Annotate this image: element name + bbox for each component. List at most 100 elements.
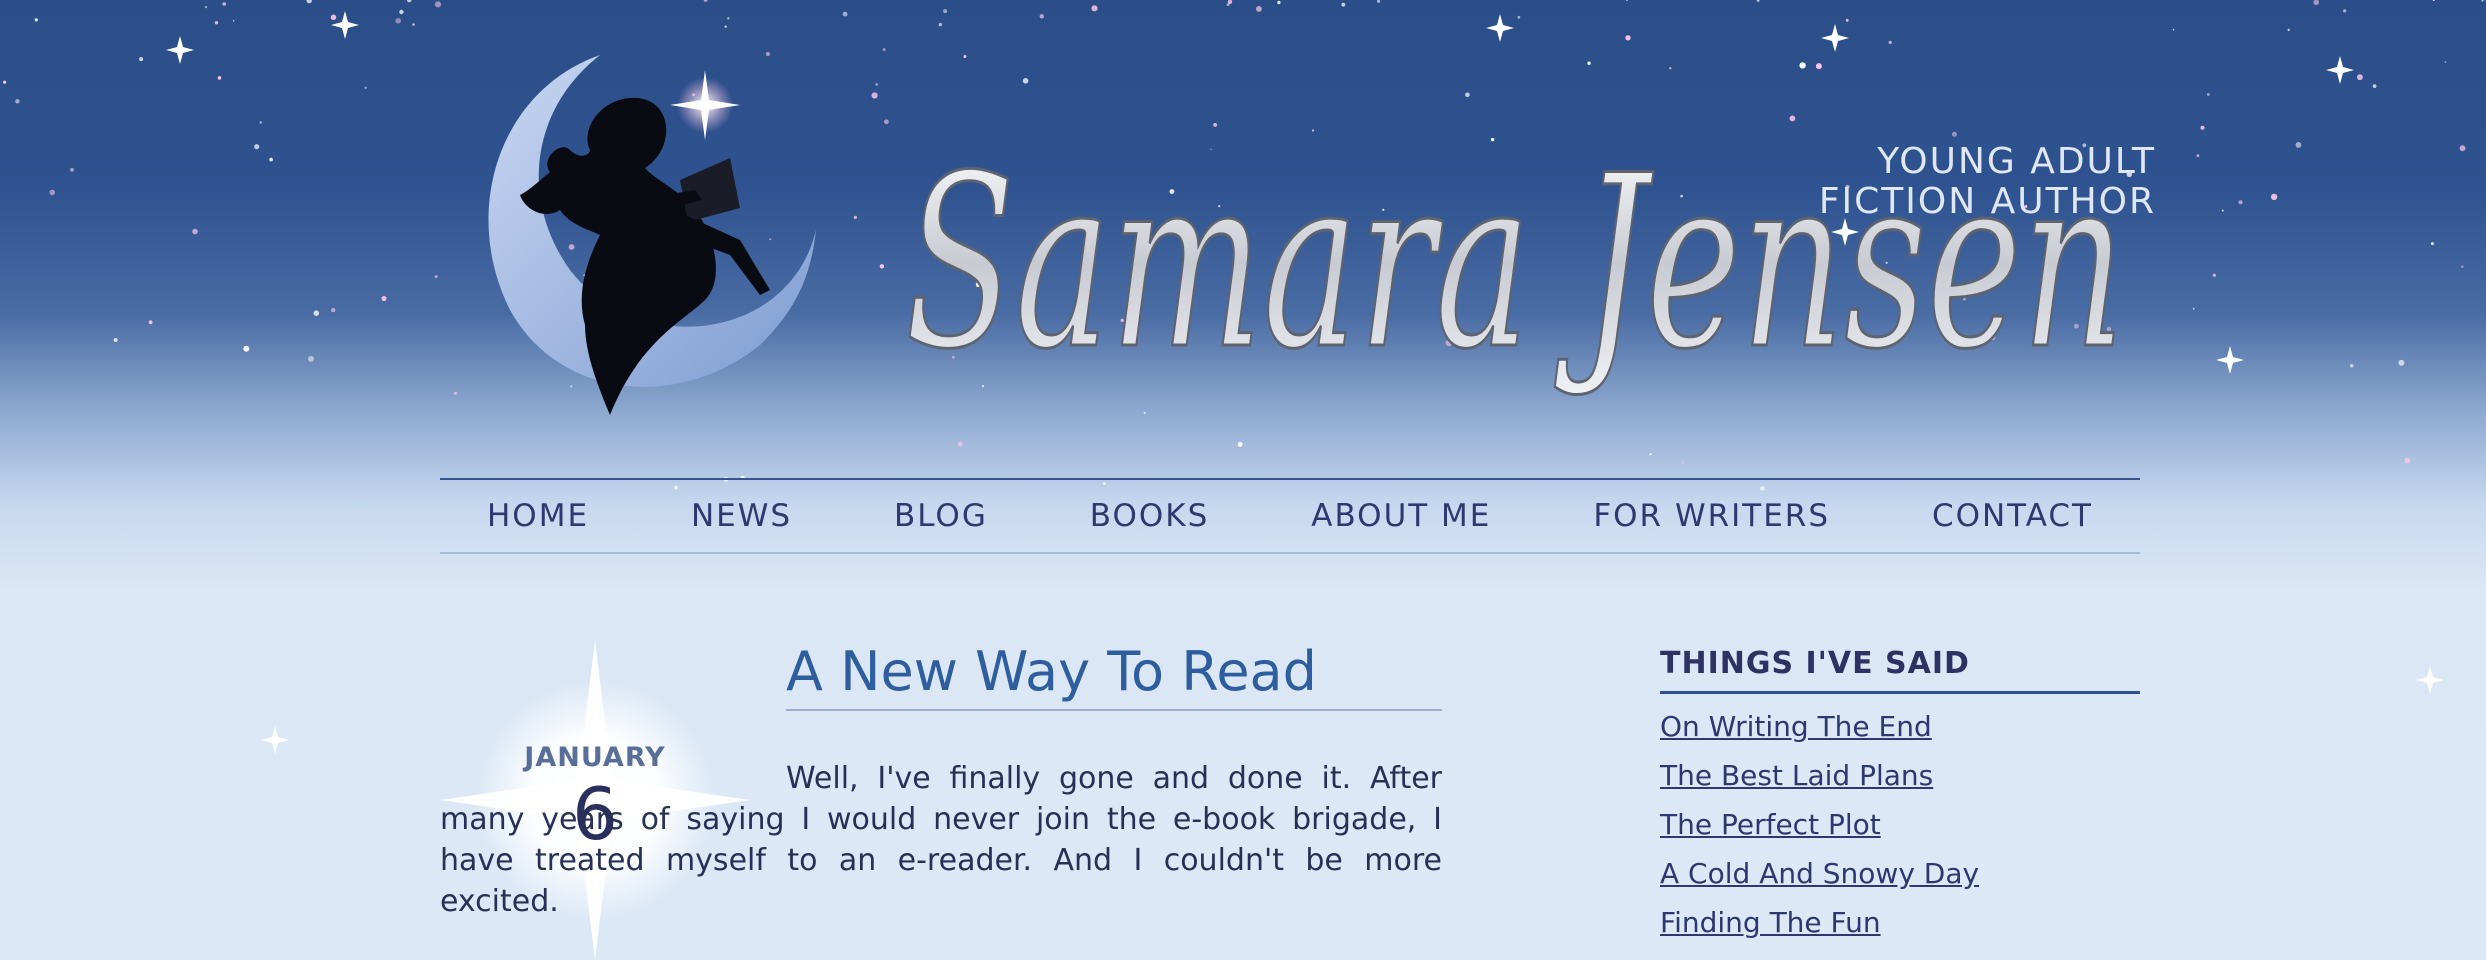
star-dot [243,345,250,352]
sidebar-title: THINGS I'VE SAID [1660,646,2140,694]
star-dot [113,338,118,342]
star-dot [1681,461,1684,464]
star-dot [2295,142,2302,148]
post-body: Well, I've finally gone and done it. Aft… [440,758,1442,922]
star-dot [1517,15,1521,19]
star-dot [943,9,948,14]
sidebar-link-list: On Writing The End The Best Laid Plans T… [1660,710,2140,955]
star-dot [2481,0,2484,2]
star-dot [2238,200,2243,205]
star-sparkle-icon [670,70,740,140]
star-dot [842,11,848,17]
sidebar-link-on-writing-the-end[interactable]: On Writing The End [1660,710,1932,743]
star-dot [2343,9,2347,13]
nav-news[interactable]: NEWS [691,498,792,534]
star-dot [70,168,74,172]
star-dot [1626,0,1628,1]
star-dot [15,99,20,104]
star-dot [2313,0,2319,6]
star-dot [306,0,312,4]
star-dot [49,189,55,196]
star-dot [2357,74,2363,81]
list-item: The Perfect Plot [1660,808,2140,857]
nav-books[interactable]: BOOKS [1090,498,1210,534]
star-dot [2444,61,2447,63]
star-dot [1341,2,1346,7]
star-dot [2287,28,2290,32]
sidebar-link-best-laid-plans[interactable]: The Best Laid Plans [1660,759,1933,792]
star-dot [1845,18,1849,22]
star-dot [2172,28,2175,31]
star-sparkle-icon [166,36,194,64]
main-navigation: HOME NEWS BLOG BOOKS ABOUT ME FOR WRITER… [440,478,2140,554]
nav-about-me[interactable]: ABOUT ME [1311,498,1491,534]
star-dot [434,1,442,8]
star-dot [214,21,219,25]
star-dot [361,496,364,499]
star-dot [1756,0,1760,2]
star-dot [2200,125,2205,130]
nav-contact[interactable]: CONTACT [1932,498,2093,534]
star-dot [1256,5,1262,12]
star-dot [724,25,727,28]
star-dot [269,157,273,162]
star-dot [34,18,38,22]
star-dot [222,2,226,6]
tagline: YOUNG ADULT FICTION AUTHOR [1819,142,2156,222]
star-dot [139,57,144,62]
star-dot [381,296,387,302]
star-dot [2398,359,2405,366]
star-dot [364,86,367,89]
star-dot [399,9,404,15]
star-dot [192,228,198,235]
sidebar-link-finding-the-fun[interactable]: Finding The Fun [1660,906,1881,939]
sidebar-recent-posts: THINGS I'VE SAID On Writing The End The … [1660,646,2140,955]
star-sparkle-icon [2326,56,2354,84]
star-dot [395,18,402,24]
star-dot [938,22,942,27]
star-dot [434,275,438,279]
sidebar-link-cold-snowy-day[interactable]: A Cold And Snowy Day [1660,857,1979,890]
star-dot [259,121,263,124]
star-dot [1277,0,1281,5]
post-title[interactable]: A New Way To Read [786,640,1442,711]
star-sparkle-icon [2216,346,2244,374]
site-logo[interactable]: Samara Jensen [440,40,2200,460]
star-dot [1039,14,1045,19]
star-dot [2206,93,2210,96]
sidebar-link-perfect-plot[interactable]: The Perfect Plot [1660,808,1881,841]
star-dot [148,320,153,325]
star-dot [2461,265,2464,268]
nav-for-writers[interactable]: FOR WRITERS [1593,498,1830,534]
star-dot [2270,193,2278,201]
nav-blog[interactable]: BLOG [894,498,988,534]
list-item: The Best Laid Plans [1660,759,2140,808]
star-dot [2432,0,2435,2]
star-dot [217,76,222,80]
star-dot [313,310,320,317]
star-dot [3,80,7,84]
star-sparkle-icon [2416,666,2444,694]
date-badge-spacer [440,787,786,788]
star-dot [204,5,208,9]
star-dot [2221,209,2224,212]
star-dot [406,0,412,3]
star-sparkle-icon [261,726,289,754]
nav-home[interactable]: HOME [487,498,589,534]
tagline-line1: YOUNG ADULT [1877,141,2156,182]
star-dot [1377,0,1381,3]
list-item: A Cold And Snowy Day [1660,857,2140,906]
star-dot [2459,145,2466,152]
list-item: Finding The Fun [1660,906,2140,955]
star-dot [2404,457,2411,464]
star-dot [412,23,415,26]
star-dot [308,355,314,362]
star-dot [232,20,235,22]
star-dot [2431,242,2434,246]
star-dot [2212,273,2216,277]
star-dot [2349,364,2354,368]
star-sparkle-icon [1486,14,1514,42]
star-dot [727,17,730,20]
star-dot [2372,84,2377,88]
star-dot [1091,5,1098,12]
